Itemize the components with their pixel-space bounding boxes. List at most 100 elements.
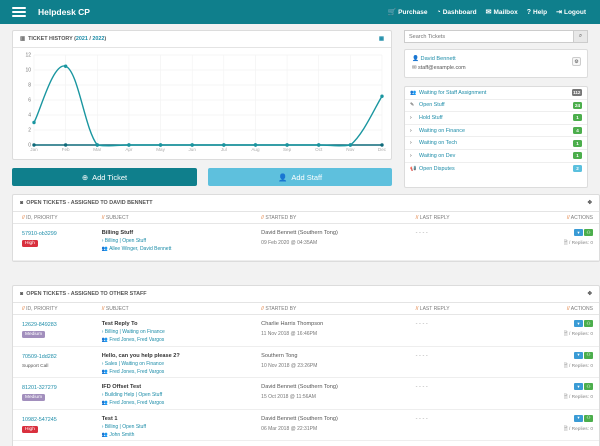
user-name[interactable]: 👤 David Bennett [412, 56, 456, 62]
table-row: 10982-547245 High Test 1 › Billing | Ope… [13, 410, 599, 441]
data-point [63, 143, 68, 147]
data-point [63, 64, 68, 68]
filter-item[interactable]: › Waiting on Tech 1 [405, 137, 587, 150]
assign-button[interactable]: ⚇ [583, 351, 593, 359]
ticket-subject[interactable]: IFD Offset Test [102, 378, 252, 390]
filter-icon: › [410, 114, 412, 121]
brand-title[interactable]: Helpdesk CP [38, 7, 90, 17]
priority-badge: Medium [22, 331, 46, 338]
column-header: // LAST REPLY [415, 305, 450, 312]
mailbox-icon: ✉ [485, 9, 492, 16]
assign-button[interactable]: ⚇ [583, 383, 593, 390]
add-staff-button[interactable]: 👤 Add Staff [208, 168, 392, 186]
users-icon: 👥 [101, 400, 108, 406]
dashboard-icon: ◔ [436, 8, 441, 16]
menu-toggle-icon[interactable] [12, 7, 26, 17]
chevron-right-icon: › [101, 360, 104, 367]
ticket-assignees[interactable]: Allee Winger, David Bennett [109, 246, 171, 252]
data-point [95, 143, 99, 147]
replies-count: 🗎 / Replies: 0 [563, 332, 593, 337]
ticket-id-link[interactable]: 12629-849283 [22, 315, 93, 328]
started-date: 10 Nov 2018 @ 23:26PM [261, 362, 318, 369]
filter-item[interactable]: › Hold Stuff 1 [405, 112, 587, 125]
ticket-id-link[interactable]: 10982-547245 [22, 410, 93, 423]
nav-logout[interactable]: ⇥ Logout [556, 8, 586, 17]
column-header: // ACTIONS [566, 214, 593, 221]
dropdown-button[interactable]: ▾ [573, 351, 583, 359]
ticket-assignees[interactable]: Fred Jones, Fred Vargos [109, 400, 164, 406]
ticket-id-link[interactable]: 70509-1dd282 [22, 347, 93, 360]
ticket-department[interactable]: Billing | Open Stuff [105, 424, 146, 430]
dropdown-button[interactable]: ▾ [573, 383, 583, 390]
year-2021-link[interactable]: 2021 [76, 36, 88, 42]
data-point [158, 143, 163, 147]
add-ticket-button[interactable]: ⊕ Add Ticket [12, 168, 197, 186]
filter-item[interactable]: ✎ Open Stuff 24 [405, 100, 587, 113]
calendar-icon[interactable]: ▦ [379, 36, 384, 42]
ticket-department[interactable]: Billing | Waiting on Finance [105, 329, 165, 335]
ticket-assignees[interactable]: Fred Jones, Fred Vargos [109, 337, 164, 343]
ticket-assignees[interactable]: Fred Jones, Fred Vargos [109, 369, 164, 375]
dropdown-button[interactable]: ▾ [573, 414, 583, 422]
started-date: 06 Mar 2018 @ 22:31PM [261, 425, 318, 432]
filter-item[interactable]: 📢 Open Disputes 2 [405, 163, 587, 176]
filter-icon: ✎ [410, 102, 415, 109]
ticket-history-header: ▥ TICKET HISTORY (2021 / 2022) ▦ [13, 31, 391, 48]
last-reply: - - - - [415, 321, 428, 327]
dropdown-button[interactable]: ▾ [573, 229, 583, 236]
ticket-department[interactable]: Sales | Waiting on Finance [105, 361, 164, 367]
data-point [32, 143, 36, 147]
ticket-subject[interactable]: Test Reply To [102, 315, 252, 327]
filter-item[interactable]: 👥 Waiting for Staff Assignment 112 [405, 87, 587, 100]
filter-item[interactable]: › Waiting on Finance 4 [405, 125, 587, 138]
ticket-subject[interactable]: Billing Stuff [102, 224, 252, 236]
filter-item[interactable]: › Waiting on Dev 1 [405, 150, 587, 163]
count-badge: 24 [573, 101, 582, 109]
assign-button[interactable]: ⚇ [583, 229, 593, 236]
top-navbar: Helpdesk CP 🛒 Purchase ◔ Dashboard ✉ Mailbox?… [0, 0, 600, 24]
ticket-department[interactable]: Building Help | Open Stuff [105, 392, 162, 398]
started-by: Southern Tong [261, 352, 298, 359]
ticket-icon: ◙ [20, 291, 24, 297]
users-icon: 👥 [101, 431, 108, 438]
nav-mailbox[interactable]: ✉ Mailbox [485, 8, 518, 17]
gear-icon[interactable]: ⚙ [572, 57, 581, 66]
last-reply: - - - - [415, 415, 428, 422]
ticket-icon: ◙ [20, 200, 24, 206]
user-icon: 👤 [412, 56, 419, 62]
search-icon[interactable]: ⌕ [573, 31, 587, 42]
top-nav-links: 🛒 Purchase ◔ Dashboard ✉ Mailbox ? Help ⇥ Logout [387, 8, 586, 17]
ticket-id-link[interactable]: 57910-ob3299 [22, 224, 93, 237]
nav-dashboard[interactable]: ◔ Dashboard [436, 8, 476, 16]
data-point [380, 94, 384, 98]
started-by: David Bennett (Southern Tong) [261, 384, 338, 390]
x-tick-label: Nov [346, 147, 355, 152]
year-2022-link[interactable]: 2022 [92, 36, 104, 42]
count-badge: 4 [573, 127, 582, 135]
expand-icon[interactable]: ✥ [587, 200, 592, 206]
users-icon: 👥 [101, 337, 108, 343]
y-tick-label: 8 [28, 83, 31, 89]
nav-purchase[interactable]: 🛒 Purchase [387, 8, 427, 17]
other-tickets-panel: ◙ OPEN TICKETS - ASSIGNED TO OTHER STAFF… [12, 285, 600, 446]
search-input[interactable] [405, 31, 573, 42]
x-tick-label: Oct [315, 147, 323, 152]
user-card: 👤 David Bennett ✉ staff@example.com ⚙ [404, 49, 588, 78]
ticket-subject[interactable]: Hello, can you help please 2? [102, 347, 252, 359]
expand-icon[interactable]: ✥ [587, 291, 592, 297]
assign-button[interactable]: ⚇ [583, 320, 593, 327]
document-icon: 🗎 [563, 241, 568, 246]
user-email: ✉ staff@example.com [412, 65, 466, 71]
ticket-id-link[interactable]: 81201-327279 [22, 378, 93, 391]
data-point [127, 143, 131, 147]
dropdown-button[interactable]: ▾ [573, 320, 583, 327]
nav-help[interactable]: ? Help [527, 8, 547, 16]
users-icon: 👥 [101, 368, 108, 375]
assign-button[interactable]: ⚇ [583, 414, 593, 422]
ticket-department[interactable]: Billing | Open Stuff [105, 238, 146, 244]
ticket-subject[interactable]: Test 1 [102, 410, 252, 422]
started-by: Charlie Harris Thompson [261, 321, 324, 327]
ticket-assignees[interactable]: John Smith [109, 432, 134, 438]
filter-icon: › [410, 127, 412, 134]
filter-icon: 👥 [410, 89, 417, 96]
